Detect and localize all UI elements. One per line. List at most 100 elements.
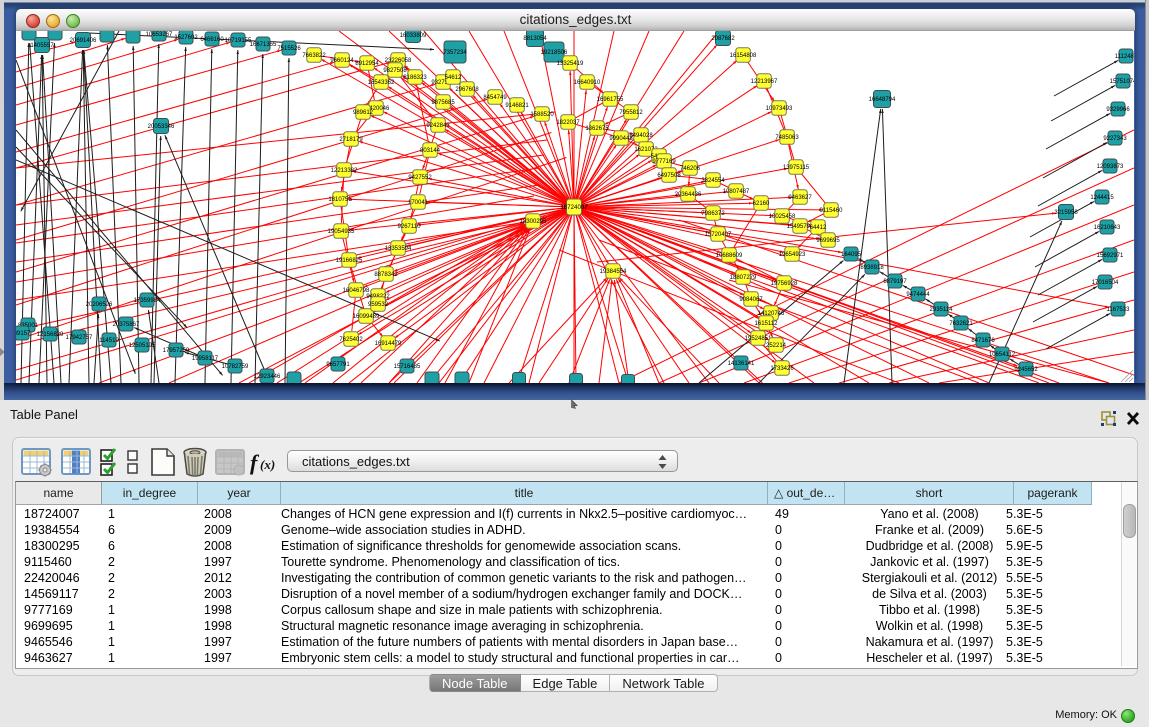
svg-text:1615112: 1615112: [755, 321, 779, 327]
svg-text:12093873: 12093873: [1097, 164, 1124, 170]
svg-text:14136141: 14136141: [728, 361, 755, 367]
svg-text:12505195: 12505195: [129, 343, 156, 349]
svg-text:10807487: 10807487: [723, 189, 750, 195]
svg-text:62160: 62160: [753, 201, 770, 207]
svg-text:1244415: 1244415: [1090, 195, 1114, 201]
svg-text:1588520: 1588520: [530, 112, 554, 118]
svg-text:20206526: 20206526: [86, 302, 113, 308]
svg-text:8471676: 8471676: [971, 338, 995, 344]
svg-text:9657791: 9657791: [326, 362, 350, 368]
svg-text:10654112: 10654112: [989, 352, 1016, 358]
svg-text:9084067: 9084067: [739, 297, 763, 303]
svg-text:16543362: 16543362: [368, 80, 395, 86]
svg-text:54612: 54612: [445, 75, 462, 81]
svg-text:20053346: 20053346: [148, 124, 175, 130]
svg-text:19054935: 19054935: [328, 229, 355, 235]
svg-text:2935114: 2935114: [930, 307, 954, 313]
svg-text:15716485: 15716485: [394, 364, 421, 370]
svg-text:13975115: 13975115: [783, 165, 810, 171]
svg-text:12156829: 12156829: [37, 332, 64, 338]
svg-text:8813054: 8813054: [523, 36, 547, 42]
svg-text:20691406: 20691406: [70, 38, 97, 44]
svg-text:17942757: 17942757: [66, 335, 93, 341]
svg-text:10025458: 10025458: [769, 214, 796, 220]
svg-text:16671355: 16671355: [250, 42, 277, 48]
svg-text:20364436: 20364436: [675, 192, 702, 198]
svg-text:f: f: [250, 450, 260, 475]
svg-text:8912954: 8912954: [355, 61, 379, 67]
svg-text:3215958: 3215958: [1054, 210, 1078, 216]
svg-text:9660124: 9660124: [330, 58, 354, 64]
svg-text:7625402: 7625402: [339, 337, 363, 343]
svg-text:12213967: 12213967: [751, 79, 778, 85]
svg-text:8878342: 8878342: [374, 272, 398, 278]
svg-text:17957259: 17957259: [163, 348, 190, 354]
svg-text:10688609: 10688609: [716, 253, 743, 259]
svg-text:7357234: 7357234: [443, 50, 467, 56]
svg-text:9474444: 9474444: [906, 292, 930, 298]
svg-text:959532: 959532: [368, 302, 389, 308]
svg-text:19218506: 19218506: [541, 50, 568, 56]
svg-text:10973493: 10973493: [766, 106, 793, 112]
svg-text:989612: 989612: [353, 110, 374, 116]
svg-text:(x): (x): [260, 457, 275, 472]
svg-text:10782759: 10782759: [222, 364, 249, 370]
svg-text:19384554: 19384554: [600, 269, 627, 275]
svg-text:3824554: 3824554: [701, 178, 725, 184]
svg-text:13353594: 13353594: [385, 246, 412, 252]
svg-text:1405557: 1405557: [30, 43, 54, 49]
svg-text:170041: 170041: [408, 200, 429, 206]
svg-text:39157: 39157: [16, 331, 31, 337]
svg-text:7955812: 7955812: [619, 110, 643, 116]
svg-text:10719155: 10719155: [225, 38, 252, 44]
svg-text:1822037: 1822037: [556, 120, 580, 126]
svg-text:252214: 252214: [766, 343, 787, 349]
svg-text:16210643: 16210643: [1094, 225, 1121, 231]
svg-text:6494028: 6494028: [629, 133, 653, 139]
svg-text:16099489: 16099489: [353, 314, 380, 320]
svg-text:15692971: 15692971: [1097, 253, 1124, 259]
svg-text:1527602: 1527602: [174, 35, 198, 41]
svg-text:746206: 746206: [680, 166, 701, 172]
svg-text:20375867: 20375867: [113, 322, 140, 328]
svg-text:9245652: 9245652: [1014, 367, 1038, 373]
svg-text:12923446: 12923446: [254, 374, 281, 380]
svg-text:7986372: 7986372: [701, 211, 725, 217]
svg-text:6466160: 6466160: [200, 37, 224, 43]
svg-text:17359924: 17359924: [134, 298, 161, 304]
svg-text:1733426: 1733426: [770, 366, 794, 372]
svg-text:9146821: 9146821: [505, 103, 529, 109]
svg-text:7632621: 7632621: [949, 321, 973, 327]
svg-text:1810755: 1810755: [328, 197, 352, 203]
svg-text:7515526: 7515526: [277, 46, 301, 52]
svg-text:15751074: 15751074: [1110, 79, 1134, 85]
svg-text:18807279: 18807279: [730, 275, 757, 281]
svg-text:9827508: 9827508: [383, 68, 407, 74]
svg-text:2967608: 2967608: [455, 87, 479, 93]
svg-text:9777169: 9777169: [652, 159, 676, 165]
svg-text:12213382: 12213382: [331, 168, 358, 174]
svg-text:19166825: 19166825: [336, 258, 363, 264]
svg-text:18300295: 18300295: [520, 219, 547, 225]
svg-text:16648794: 16648794: [869, 97, 896, 103]
svg-text:9227343: 9227343: [1103, 136, 1127, 142]
svg-text:803144: 803144: [420, 148, 441, 154]
svg-text:9115460: 9115460: [820, 208, 844, 214]
svg-text:13325419: 13325419: [557, 61, 584, 67]
svg-text:16640910: 16640910: [574, 80, 601, 86]
svg-text:2087682: 2087682: [711, 36, 735, 42]
svg-text:19654923: 19654923: [779, 252, 806, 258]
svg-text:16914479: 16914479: [375, 341, 402, 347]
svg-text:6879197: 6879197: [883, 279, 907, 285]
svg-text:9329966: 9329966: [1106, 107, 1130, 113]
svg-text:19756928: 19756928: [771, 281, 798, 287]
svg-text:16154808: 16154808: [730, 53, 757, 59]
svg-text:9875685: 9875685: [431, 100, 455, 106]
svg-text:7485063: 7485063: [775, 135, 799, 141]
svg-text:7663822: 7663822: [302, 53, 326, 59]
svg-text:19524851: 19524851: [745, 336, 772, 342]
svg-text:9242843: 9242843: [426, 123, 450, 129]
svg-text:8186323: 8186323: [403, 75, 427, 81]
svg-text:1112482: 1112482: [1115, 54, 1134, 60]
svg-text:17016504: 17016504: [1092, 280, 1119, 286]
